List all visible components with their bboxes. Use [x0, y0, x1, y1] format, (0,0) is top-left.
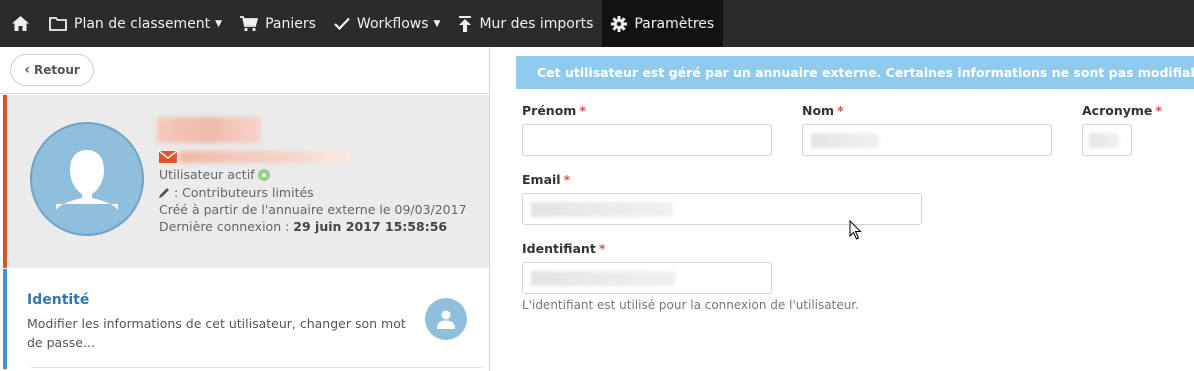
nav-mur-des-imports[interactable]: Mur des imports: [449, 0, 602, 47]
user-role-text: : Contributeurs limités: [173, 185, 314, 200]
user-form-panel: Cet utilisateur est géré par un annuaire…: [491, 47, 1194, 371]
acronym-label: Acronyme *: [1082, 103, 1162, 118]
required-marker: *: [598, 241, 606, 256]
user-silhouette-icon: [56, 150, 118, 210]
nav-imports-label: Mur des imports: [479, 15, 594, 32]
last-login-value: 29 juin 2017 15:58:56: [293, 219, 448, 234]
upload-icon: [458, 15, 472, 32]
required-marker: *: [579, 103, 586, 118]
back-button-label: Retour: [33, 63, 80, 77]
identity-title: Identité: [27, 292, 90, 308]
folder-icon: [49, 16, 67, 31]
nav-plan-label: Plan de classement: [74, 15, 211, 32]
user-profile-card: Utilisateur actif : Contributeurs limité…: [3, 95, 489, 268]
email-label-text: Email: [522, 172, 561, 187]
nav-parametres-label: Paramètres: [634, 15, 715, 32]
email-label: Email *: [522, 172, 570, 187]
redacted-lastname: [811, 133, 879, 148]
firstname-label: Prénom *: [522, 103, 586, 118]
firstname-label-text: Prénom: [522, 103, 577, 118]
nav-paniers-label: Paniers: [265, 15, 316, 32]
lastname-field[interactable]: [802, 124, 1052, 156]
mouse-pointer-icon: [849, 219, 863, 245]
identifier-help-text: L'identifiant est utilisé pour la connex…: [522, 298, 859, 312]
nav-parametres[interactable]: Paramètres: [602, 0, 724, 47]
pencil-icon: [159, 188, 169, 198]
required-marker: *: [563, 172, 571, 187]
identifier-label-text: Identifiant: [522, 241, 596, 256]
acronym-label-text: Acronyme: [1082, 103, 1153, 118]
avatar: [30, 122, 144, 236]
last-login-label: Dernière connexion :: [159, 219, 294, 234]
chevron-left-icon: ‹: [24, 62, 30, 78]
check-icon: [334, 17, 350, 30]
home-button[interactable]: [0, 0, 40, 47]
divider: [31, 367, 483, 368]
back-button[interactable]: ‹ Retour: [10, 54, 94, 86]
last-login: Dernière connexion : 29 juin 2017 15:58:…: [159, 219, 447, 234]
user-created: Créé à partir de l'annuaire externe le 0…: [159, 202, 467, 217]
identity-card[interactable]: Identité Modifier les informations de ce…: [3, 269, 489, 369]
status-active-icon: [257, 169, 270, 181]
nav-workflows[interactable]: Workflows ▼: [325, 0, 450, 47]
mail-icon: [158, 150, 178, 168]
acronym-field[interactable]: [1082, 124, 1132, 156]
required-marker: *: [1155, 103, 1162, 118]
redacted-email: [179, 151, 349, 163]
identity-user-icon: [425, 298, 467, 340]
lastname-label-text: Nom: [802, 103, 835, 118]
redacted-identifier: [531, 271, 675, 286]
redacted-email-value: [531, 202, 673, 217]
cart-icon: [240, 15, 259, 32]
required-marker: *: [837, 103, 844, 118]
identifier-field[interactable]: [522, 262, 772, 294]
redacted-name: [157, 117, 261, 143]
redacted-acronym: [1089, 133, 1119, 148]
left-panel: ‹ Retour Utilisateur actif : Contributeu…: [0, 47, 490, 371]
lastname-label: Nom *: [802, 103, 844, 118]
external-directory-alert: Cet utilisateur est géré par un annuaire…: [516, 56, 1194, 89]
top-navbar: Plan de classement ▼ Paniers Workflows ▼…: [0, 0, 1194, 47]
nav-paniers[interactable]: Paniers: [231, 0, 325, 47]
firstname-field[interactable]: [522, 124, 772, 156]
back-bar: ‹ Retour: [0, 47, 489, 94]
user-status: Utilisateur actif: [159, 167, 270, 182]
identity-description: Modifier les informations de cet utilisa…: [27, 316, 406, 350]
nav-workflows-label: Workflows: [356, 15, 429, 32]
user-role: : Contributeurs limités: [159, 185, 314, 200]
gear-icon: [611, 15, 628, 32]
chevron-down-icon: ▼: [215, 18, 223, 29]
nav-plan-de-classement[interactable]: Plan de classement ▼: [40, 0, 231, 47]
identifier-label: Identifiant *: [522, 241, 605, 256]
user-status-text: Utilisateur actif: [159, 167, 255, 182]
home-icon: [11, 16, 29, 31]
chevron-down-icon: ▼: [433, 18, 441, 29]
